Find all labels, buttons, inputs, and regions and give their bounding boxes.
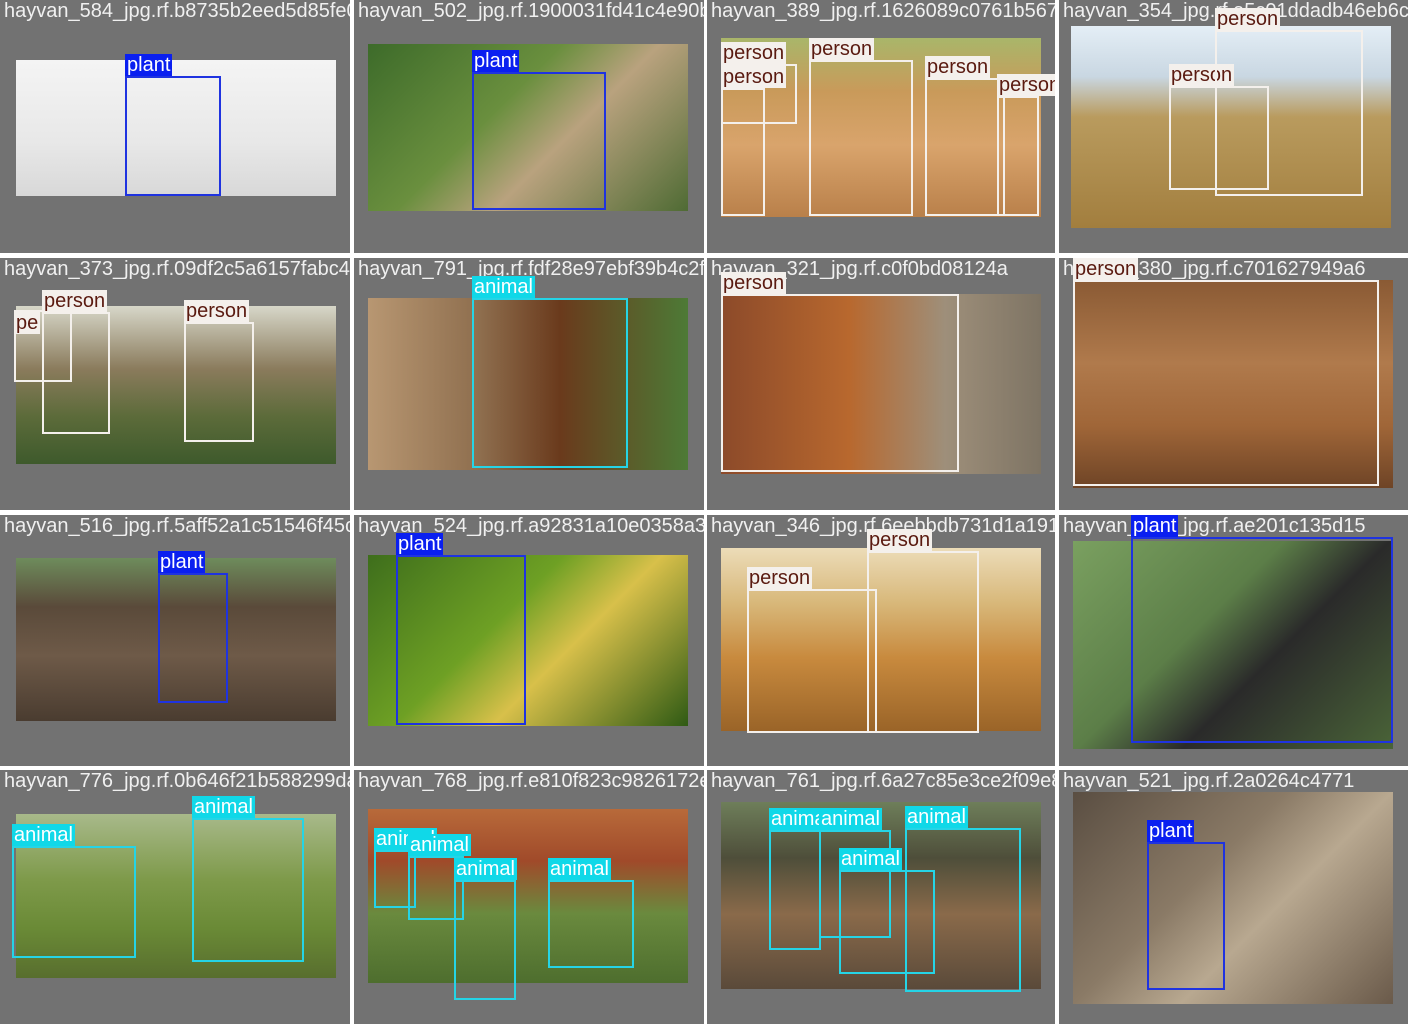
bounding-box-animal [905, 828, 1021, 992]
image-tile: hayvan_346_jpg.rf.6eebbdb731d1a1918 perso… [707, 515, 1055, 766]
box-label-plant: plant [1147, 820, 1195, 842]
image-tile: hayvan_354_jpg.rf.a5c01ddadb46eb6cperson… [1059, 0, 1408, 253]
bounding-box-animal [472, 298, 628, 468]
bounding-box-person [1215, 30, 1363, 196]
image-tile: hayvan_516_jpg.rf.5aff52a1c51546f45c2524… [0, 515, 350, 766]
box-label-plant: plant [396, 533, 444, 555]
box-label-animal: animal [905, 806, 968, 828]
box-label-animal: animal [548, 858, 611, 880]
tile-filename: hayvan_761_jpg.rf.6a27c85e3ce2f09e85f21 [711, 770, 1055, 792]
bounding-box-animal [192, 818, 304, 962]
bounding-box-person [42, 312, 110, 434]
tile-filename: hayvan_373_jpg.rf.09df2c5a6157fabc4b9d79 [4, 258, 350, 280]
bounding-box-plant [472, 72, 606, 210]
bounding-box-plant [125, 76, 221, 196]
tile-filename: hayvan_776_jpg.rf.0b646f21b588299dac7768 [4, 770, 350, 792]
box-label-animal: animal [12, 824, 75, 846]
box-label-animal: animal [472, 276, 535, 298]
bounding-box-person [867, 551, 979, 733]
bounding-box-person [747, 589, 877, 733]
bounding-box-person [184, 322, 254, 442]
tile-filename: hayvan_516_jpg.rf.5aff52a1c51546f45c2524 [4, 515, 350, 537]
tile-filename: hayvan_389_jpg.rf.1626089c0761b5678a3559 [711, 0, 1055, 22]
box-label-person: person [925, 56, 991, 78]
box-label-person: person [721, 272, 787, 294]
box-label-animal: animal [454, 858, 517, 880]
bounding-box-animal [454, 880, 516, 1000]
bounding-box-person [997, 96, 1039, 216]
box-label-person: person [867, 529, 933, 551]
image-tile: hayvan_768_jpg.rf.e810f823c9826172e1761a… [354, 770, 704, 1024]
box-label-plant: plant [158, 551, 206, 573]
box-label-plant: plant [1131, 515, 1179, 537]
tile-filename: hayvan_768_jpg.rf.e810f823c9826172e1761 [358, 770, 704, 792]
bounding-box-person [925, 78, 1005, 216]
tile-photo [1073, 792, 1393, 1004]
box-label-person: person [1215, 8, 1281, 30]
tile-filename: hayvan_584_jpg.rf.b8735b2eed5d85fe09f532 [4, 0, 350, 22]
image-tile: hayvan_373_jpg.rf.09df2c5a6157fabc4b9d79… [0, 258, 350, 510]
bounding-box-plant [1131, 537, 1393, 743]
bounding-box-plant [1147, 842, 1225, 990]
box-label-person: pe [14, 312, 41, 334]
box-label-person: person [1073, 258, 1139, 280]
image-tile: hayvan_584_jpg.rf.b8735b2eed5d85fe09f532… [0, 0, 350, 253]
bounding-box-animal [548, 880, 634, 968]
image-tile: hayvan_389_jpg.rf.1626089c0761b5678a3559… [707, 0, 1055, 253]
bounding-box-animal [12, 846, 136, 958]
image-tile: hayvan_524_jpg.rf.a92831a10e0358a3fd446p… [354, 515, 704, 766]
tile-filename: hayvan_521_jpg.rf.2a0264c4771 [1063, 770, 1355, 792]
box-label-person: person [997, 74, 1055, 96]
image-tile: hayvan_380_jpg.rf.c701627949a6 person [1059, 258, 1408, 510]
image-tile: hayvan_761_jpg.rf.6a27c85e3ce2f09e85f21a… [707, 770, 1055, 1024]
box-label-animal: animal [819, 808, 882, 830]
tile-filename: hayvan_502_jpg.rf.1900031fd41c4e90b1a089 [358, 0, 704, 22]
image-tile: hayvan_321_jpg.rf.c0f0bd08124a person [707, 258, 1055, 510]
box-label-plant: plant [125, 54, 173, 76]
tile-filename: hayvan_523_jpg.rf.ae201c135d15 [1063, 515, 1366, 537]
bounding-box-person [721, 64, 797, 124]
bounding-box-plant [396, 555, 526, 725]
bounding-box-person [721, 294, 959, 472]
box-label-animal: animal [192, 796, 255, 818]
box-label-animal: animal [408, 834, 471, 856]
box-label-person: person [42, 290, 108, 312]
box-label-person: person [721, 42, 787, 64]
image-tile: hayvan_523_jpg.rf.ae201c135d15 plant [1059, 515, 1408, 766]
image-tile: hayvan_521_jpg.rf.2a0264c4771plant [1059, 770, 1408, 1024]
box-label-person: person [184, 300, 250, 322]
image-tile: hayvan_791_jpg.rf.fdf28e97ebf39b4c2f4721… [354, 258, 704, 510]
bounding-box-person [1073, 280, 1379, 486]
image-tile: hayvan_502_jpg.rf.1900031fd41c4e90b1a089… [354, 0, 704, 253]
bounding-box-person [809, 60, 913, 216]
box-label-person: person [809, 38, 875, 60]
box-label-plant: plant [472, 50, 520, 72]
image-tile: hayvan_776_jpg.rf.0b646f21b588299dac7768… [0, 770, 350, 1024]
bounding-box-plant [158, 573, 228, 703]
bounding-box-animal [769, 830, 821, 950]
box-label-animal: animal [839, 848, 902, 870]
box-label-person: person [747, 567, 813, 589]
